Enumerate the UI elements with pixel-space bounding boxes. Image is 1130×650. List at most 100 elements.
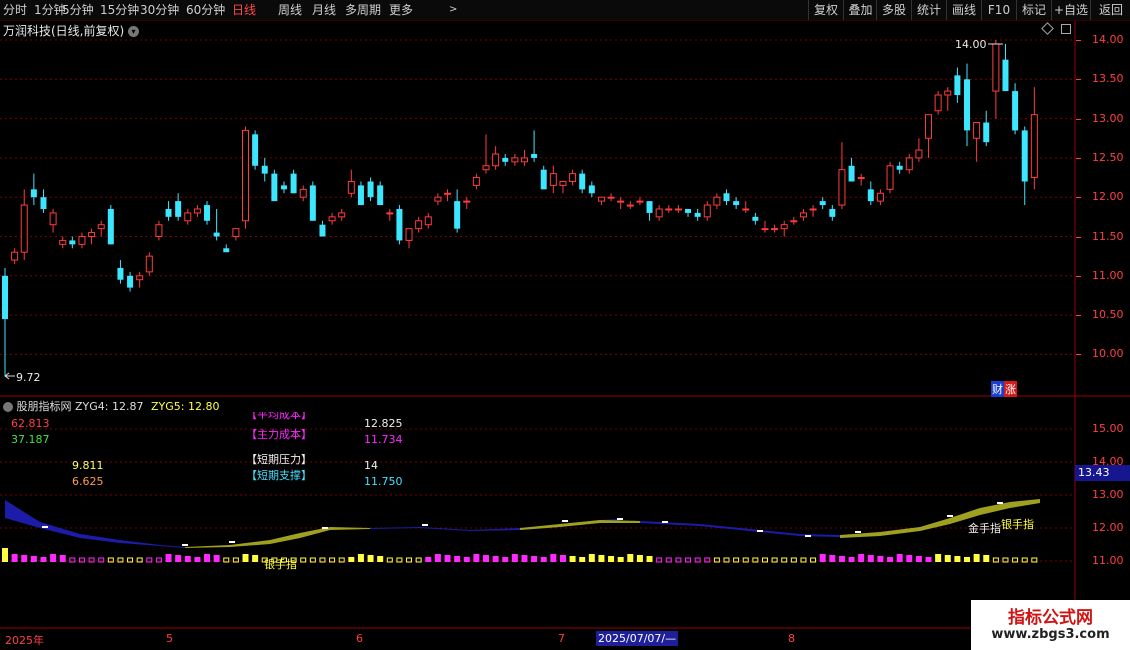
indicator-dash [662, 521, 668, 523]
badge-zhang[interactable]: 涨 [1004, 381, 1017, 397]
indicator-dash [947, 515, 953, 517]
indicator-bar [357, 554, 364, 562]
period-3[interactable]: 15分钟 [100, 0, 139, 20]
candle-body [290, 173, 297, 194]
circle-dot-icon[interactable] [3, 402, 13, 412]
candle-body [694, 212, 701, 217]
indicator-bar [925, 557, 932, 562]
candle-body [674, 208, 682, 211]
stock-title-text: 万润科技(日线,前复权) [3, 24, 125, 38]
time-label-aug: 8 [788, 632, 795, 645]
indicator-dash [182, 544, 188, 546]
candle-body [934, 94, 942, 112]
toolbar-btn-8[interactable]: 返回 [1090, 0, 1130, 20]
toolbar-btn-6[interactable]: 标记 [1016, 0, 1051, 20]
period-0[interactable]: 分时 [3, 0, 27, 20]
toolbar-btn-1[interactable]: 叠加 [843, 0, 877, 20]
period-6[interactable]: 日线 [232, 0, 256, 20]
chevron-down-icon[interactable]: ▾ [128, 26, 140, 37]
price-tick: 13.50 [1092, 72, 1124, 86]
indicator-dash [855, 531, 861, 533]
price-grid [0, 39, 1075, 355]
price-tick: 10.00 [1092, 347, 1124, 361]
candle-body [771, 228, 779, 231]
candle-body [97, 224, 105, 230]
indicator-bar [204, 554, 211, 562]
candle-body [857, 177, 865, 180]
price-tick-mark [1076, 118, 1081, 120]
candle-body [703, 204, 711, 218]
toolbar-btn-3[interactable]: 统计 [911, 0, 946, 20]
period-10[interactable]: 更多 [389, 0, 413, 20]
candle-body [261, 165, 268, 174]
indicator-bar [608, 556, 615, 562]
candle-body [117, 267, 124, 280]
candle-body [357, 185, 364, 206]
indicator-bar [906, 555, 913, 562]
badge-cai[interactable]: 财 [991, 381, 1004, 397]
indicator-bar [483, 555, 489, 562]
toolbar-btn-4[interactable]: 画线 [946, 0, 981, 20]
candle-body [472, 177, 480, 186]
indicator-dash [229, 541, 235, 543]
candle-body [569, 173, 577, 182]
toolbar-btn-7[interactable]: +自选 [1051, 0, 1090, 20]
period-8[interactable]: 月线 [312, 0, 336, 20]
stock-title[interactable]: 万润科技(日线,前复权) ▾ [3, 22, 140, 39]
value-2: 37.187 [11, 433, 50, 446]
cursor-date-box: 2025/07/07/— [596, 631, 678, 646]
indicator-dash [617, 518, 623, 520]
stock-chart [0, 21, 1130, 629]
candle-body [319, 224, 326, 237]
indicator-bar [646, 556, 653, 562]
period-1[interactable]: 1分钟 [34, 0, 66, 20]
candle-body [733, 201, 740, 206]
indicator-bar [983, 555, 990, 562]
candle-body [579, 173, 586, 190]
candle-body [367, 181, 374, 198]
short-support-value: 11.750 [364, 475, 403, 488]
indicator-bar [511, 554, 518, 562]
price-tick: 12.00 [1092, 190, 1124, 204]
price-tick: 10.50 [1092, 308, 1124, 322]
candle-body [819, 201, 826, 206]
candle-body [809, 208, 817, 211]
candle-body [983, 122, 990, 143]
indicator-bar [887, 557, 894, 562]
period-7[interactable]: 周线 [278, 0, 302, 20]
candle-body [204, 205, 211, 221]
main-cost-label: 【主力成本】 [246, 428, 312, 441]
period-5[interactable]: 60分钟 [186, 0, 225, 20]
indicator-bar [944, 555, 951, 562]
indicator-dash [997, 502, 1003, 504]
toolbar-btn-2[interactable]: 多股 [876, 0, 911, 20]
period-9[interactable]: 多周期 [345, 0, 381, 20]
period-toolbar: 分时 1分钟 5分钟 15分钟 30分钟 60分钟 日线 周线 月线 多周期 更多 > 复权 叠加 多股 统计… [0, 0, 1130, 21]
candle-body [752, 216, 759, 221]
time-label-jun: 6 [356, 632, 363, 645]
candle-body [127, 275, 134, 288]
watermark-logo: 指标公式网 www.zbgs3.com [971, 600, 1130, 650]
indicator-dash [805, 535, 811, 537]
candle-body [242, 129, 249, 222]
square-icon[interactable] [1061, 24, 1071, 34]
chevron-right-icon[interactable]: > [449, 0, 457, 20]
indicator-bar [935, 554, 942, 562]
toolbar-btn-0[interactable]: 复权 [808, 0, 843, 20]
candle-body [915, 149, 923, 159]
indicator-bar [425, 557, 432, 562]
indicator-dash [42, 526, 48, 528]
toolbar-btn-5[interactable]: F10 [981, 0, 1016, 20]
candle-body [626, 204, 634, 207]
indicator-grid [0, 428, 1075, 562]
watermark-url: www.zbgs3.com [991, 627, 1110, 642]
indicator-bar [492, 556, 499, 562]
candle-body [549, 173, 557, 186]
candle-body [482, 165, 490, 171]
candle-body [848, 165, 855, 182]
period-2[interactable]: 5分钟 [62, 0, 94, 20]
indicator-bar [877, 556, 884, 562]
short-support-label: 【短期支撑】 [246, 469, 312, 482]
candle-body [155, 224, 163, 238]
period-4[interactable]: 30分钟 [140, 0, 179, 20]
